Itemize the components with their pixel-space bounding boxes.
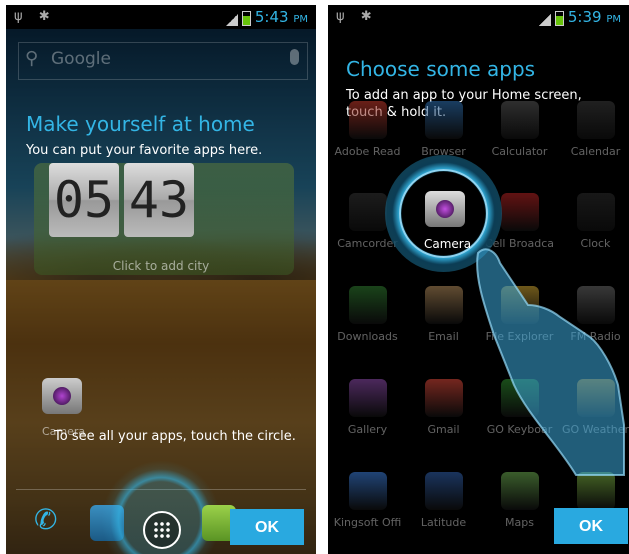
battery-icon: [241, 11, 251, 26]
camera-icon[interactable]: [42, 378, 82, 414]
home-tutorial-screen: ψ ✱ 5:43 PM ⚲ Google Make yourself at ho…: [6, 5, 316, 554]
status-time: 5:43 PM: [254, 8, 308, 26]
app-grid-icon: [153, 521, 171, 539]
status-bar: ψ ✱ 5:43 PM: [6, 5, 316, 29]
search-label: Google: [51, 49, 111, 69]
clock-minutes: 43: [124, 163, 194, 237]
tutorial-subtitle: You can put your favorite apps here.: [26, 143, 263, 158]
clock-hours: 05: [49, 163, 119, 237]
all-apps-button[interactable]: [143, 511, 181, 549]
google-search-bar[interactable]: ⚲ Google: [18, 42, 308, 80]
usb-debug-icon: ψ ✱: [14, 9, 56, 24]
search-icon: ⚲: [25, 48, 39, 69]
all-apps-hint: To see all your apps, touch the circle.: [54, 429, 296, 444]
phone-icon[interactable]: ✆: [34, 503, 68, 539]
choose-apps-tutorial-screen: ψ ✱ 5:39 PM Choose some apps To add an a…: [328, 5, 629, 554]
tutorial-title: Make yourself at home: [26, 112, 255, 136]
add-city-hint[interactable]: Click to add city: [6, 259, 316, 273]
mic-icon[interactable]: [290, 49, 299, 65]
signal-icon: [225, 14, 238, 26]
pointing-hand-icon: [476, 248, 625, 476]
ok-button[interactable]: OK: [230, 509, 304, 545]
ok-button[interactable]: OK: [554, 508, 628, 544]
